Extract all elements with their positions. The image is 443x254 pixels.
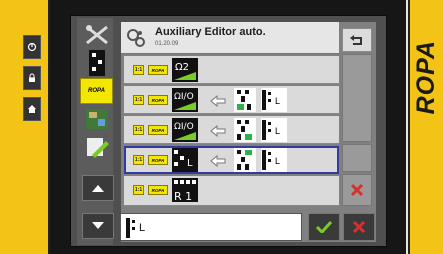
terminal-device: ROPA ROPA Auxiliary Editor auto. 01.20.0… bbox=[0, 0, 443, 254]
check-icon bbox=[316, 221, 332, 233]
svg-text:L: L bbox=[187, 158, 193, 169]
selection-field[interactable]: L bbox=[120, 213, 302, 241]
device-icon bbox=[234, 148, 256, 172]
cancel-button[interactable] bbox=[343, 213, 375, 241]
home-hw-button[interactable] bbox=[23, 97, 41, 121]
page-title: Auxiliary Editor auto. bbox=[155, 26, 266, 38]
auxiliary-icon bbox=[125, 27, 147, 49]
device-icon: L bbox=[261, 118, 287, 142]
tools-icon[interactable] bbox=[80, 22, 113, 48]
home-icon bbox=[28, 105, 36, 113]
confirm-button[interactable] bbox=[308, 213, 340, 241]
power-icon bbox=[27, 42, 37, 52]
lock-hw-button[interactable] bbox=[23, 66, 41, 90]
close-icon bbox=[350, 183, 364, 197]
device-icon bbox=[126, 218, 135, 238]
function-icon: R 1 bbox=[172, 178, 198, 203]
list-item-selected[interactable]: 1:1 ROPA L L bbox=[124, 146, 339, 174]
close-icon bbox=[352, 220, 366, 234]
lock-icon bbox=[29, 73, 35, 82]
device-icon: L bbox=[261, 88, 287, 112]
function-icon: ΩI/O bbox=[172, 118, 198, 142]
back-button[interactable] bbox=[342, 28, 372, 52]
edit-icon[interactable] bbox=[80, 134, 113, 160]
device-tab-icon[interactable] bbox=[80, 50, 113, 76]
svg-text:Ω2: Ω2 bbox=[175, 62, 189, 73]
list-item[interactable]: 1:1 ROPA Ω2 bbox=[124, 56, 339, 84]
scroll-down-button[interactable] bbox=[82, 213, 114, 239]
device-icon bbox=[234, 88, 256, 112]
ropa-tab[interactable]: ROPA bbox=[80, 78, 113, 104]
return-icon bbox=[350, 35, 362, 45]
arrow-down-icon bbox=[92, 222, 104, 229]
arrow-left-icon bbox=[210, 154, 226, 168]
right-slot-top bbox=[342, 54, 372, 142]
brand-logo: ROPA bbox=[412, 40, 440, 115]
page-code: 01.20.09 bbox=[155, 41, 179, 47]
function-icon: L bbox=[172, 148, 198, 172]
right-frame bbox=[408, 0, 443, 254]
list-item[interactable]: 1:1 ROPA R 1 bbox=[124, 176, 339, 206]
list-item[interactable]: 1:1 ROPA ΩI/O L bbox=[124, 86, 339, 114]
function-icon: Ω2 bbox=[172, 58, 198, 82]
arrow-left-icon bbox=[210, 94, 226, 108]
arrow-up-icon bbox=[92, 185, 104, 192]
function-icon: ΩI/O bbox=[172, 88, 198, 112]
svg-text:R 1: R 1 bbox=[174, 190, 192, 203]
svg-text:ΩI/O: ΩI/O bbox=[174, 122, 194, 132]
svg-text:ΩI/O: ΩI/O bbox=[174, 92, 194, 102]
device-icon: L bbox=[261, 148, 287, 172]
device-icon bbox=[234, 118, 256, 142]
right-slot-mid bbox=[342, 144, 372, 172]
delete-row-button[interactable] bbox=[342, 174, 372, 206]
list-item[interactable]: 1:1 ROPA ΩI/O L bbox=[124, 116, 339, 144]
map-icon[interactable] bbox=[80, 106, 113, 132]
scroll-up-button[interactable] bbox=[82, 175, 114, 201]
arrow-left-icon bbox=[210, 124, 226, 138]
power-hw-button[interactable] bbox=[23, 35, 41, 59]
